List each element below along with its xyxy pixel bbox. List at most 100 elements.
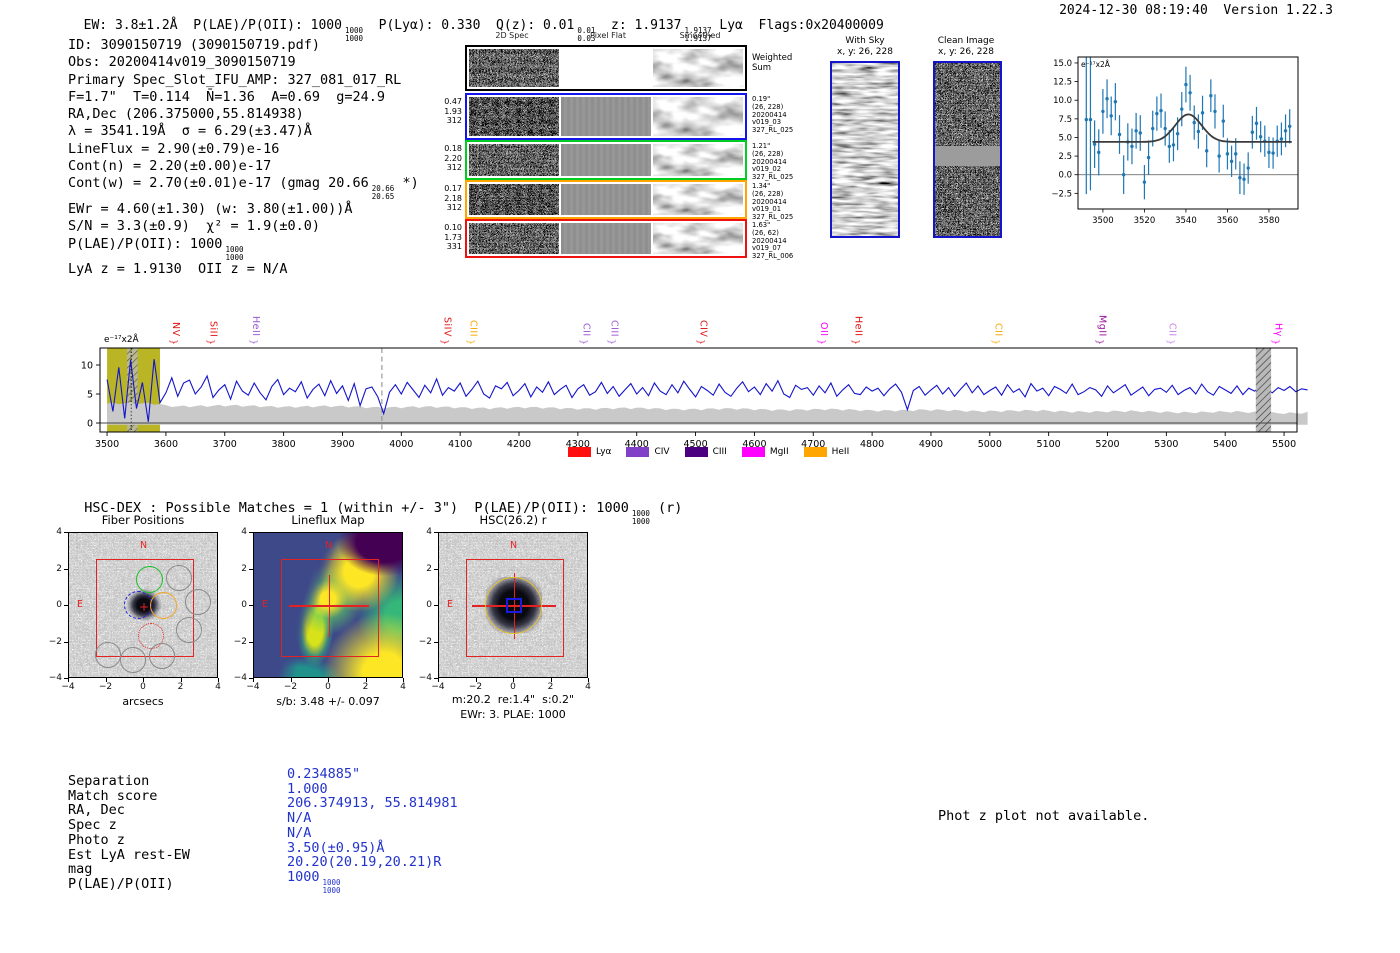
- panel-xtick: 2: [362, 682, 369, 692]
- panel-xtick: 4: [400, 682, 406, 692]
- lineflux-crosshair-h: [289, 605, 369, 607]
- spec2d-row: [465, 180, 747, 219]
- emission-label-civ: CIV{: [697, 319, 709, 345]
- panel-xtick: −2: [98, 682, 113, 692]
- stacked-fraction: 20.66 20.65: [371, 184, 395, 202]
- emission-label-cii: CII{: [992, 323, 1004, 345]
- spec2d-row: [465, 219, 747, 258]
- panel-ytick-mark: [434, 641, 438, 643]
- panel-ytick: 4: [241, 527, 247, 537]
- emission-label-heii: HeII{: [249, 316, 261, 345]
- panel-ytick-mark: [64, 568, 68, 570]
- with-sky-image: [830, 61, 900, 238]
- header-ew: EW: 3.8±1.2Å P(LAE)/P(OII): 1000: [83, 18, 342, 33]
- stacked-fraction: 1000 1000: [225, 244, 244, 262]
- fiber-positions-title: Fiber Positions: [101, 513, 185, 527]
- panel-xtick-mark: [218, 678, 219, 682]
- match-row-value: N/A: [287, 810, 312, 827]
- emission-label-ciii: CIII{: [467, 319, 479, 345]
- svg-text:5400: 5400: [1213, 439, 1237, 450]
- svg-text:4900: 4900: [919, 439, 943, 450]
- hsc-east-label: E: [447, 599, 454, 610]
- panel-ytick-mark: [249, 641, 253, 643]
- fiber-circle-orange: [150, 592, 177, 619]
- match-row-value: 0.234885": [287, 766, 361, 782]
- info-line: F=1.7" T=0.114 N̄=1.36 A=0.69 g=24.9: [68, 88, 385, 105]
- hsc-north-label: N: [510, 540, 518, 551]
- panel-xtick: −4: [246, 682, 260, 692]
- svg-text:4100: 4100: [448, 439, 472, 450]
- legend-item-civ: CIV: [626, 447, 670, 457]
- svg-text:7.5: 7.5: [1058, 115, 1072, 125]
- legend-item-heii: HeII: [803, 447, 849, 457]
- spectrum-legend: Lyα CIV CIII MgII HeII: [568, 447, 849, 457]
- panel-ytick: 4: [426, 527, 432, 537]
- svg-text:2.5: 2.5: [1058, 152, 1072, 162]
- spec2d-col-header: 2D Spec: [495, 31, 529, 40]
- svg-text:15.0: 15.0: [1053, 59, 1072, 69]
- legend-swatch: [568, 447, 591, 457]
- hsc-extent-box: [466, 559, 564, 657]
- info-line: LineFlux = 2.90(±0.79)e-16: [68, 140, 280, 157]
- hsc-xlabel2: EWr: 3. PLAE: 1000: [460, 708, 566, 721]
- fiber-circle-gray: [120, 647, 146, 673]
- svg-text:4000: 4000: [389, 439, 413, 450]
- with-sky-title: With Sky x, y: 26, 228: [837, 36, 893, 57]
- info-line: S/N = 3.3(±0.9) χ² = 1.9(±0.0): [68, 218, 320, 235]
- spec2d-row: [465, 45, 747, 91]
- match-row-label: Est LyA rest-EW: [68, 846, 190, 863]
- lineflux-map-plot: N E: [253, 532, 403, 678]
- emission-label-siii: SiII{: [206, 320, 219, 345]
- stacked-fraction: 1000 1000: [322, 877, 341, 895]
- match-row-value: 1.000: [287, 780, 328, 797]
- panel-xtick-mark: [253, 678, 254, 682]
- panel-ytick-mark: [434, 605, 438, 606]
- panel-ytick: 0: [426, 600, 432, 610]
- svg-text:3540: 3540: [1175, 216, 1197, 226]
- fiber-north-label: N: [140, 540, 148, 551]
- spec2d-row-annotation: 1.21" (26, 228) 20200414 v019_02 327_RL_025: [752, 142, 794, 182]
- info-line: Cont(n) = 2.20(±0.00)e-17: [68, 158, 272, 175]
- match-row-label: Spec z: [68, 817, 117, 834]
- svg-text:5300: 5300: [1154, 439, 1178, 450]
- match-row-value: N/A: [287, 824, 312, 841]
- panel-xtick: 4: [215, 682, 221, 692]
- emission-line-fit-chart: −2.5 0.0 2.5 5.0 7.5 10.0 12.5 15.0 3500 3520 3540…: [1051, 56, 1299, 226]
- fiber-east-label: E: [77, 599, 84, 610]
- panel-xtick: 0: [510, 682, 516, 692]
- spec2d-row-stats: 0.10 1.73 331: [444, 223, 462, 251]
- panel-ytick: 0: [56, 600, 62, 610]
- spec2d-row-stats: 0.18 2.20 312: [444, 144, 462, 172]
- header-flags: Lyα Flags:0x20400009: [711, 18, 884, 33]
- match-row-value: 206.374913, 55.814981: [287, 795, 458, 812]
- svg-text:e⁻¹⁷x2Å: e⁻¹⁷x2Å: [1081, 60, 1111, 69]
- emission-label-oii: OII{: [817, 322, 829, 345]
- legend-item-ciii: CIII: [684, 447, 727, 457]
- fiber-positions-plot: N E +: [68, 532, 218, 678]
- legend-item-lyα: Lyα: [568, 447, 611, 457]
- match-row-value: 3.50(±0.95)Å: [287, 839, 385, 856]
- panel-xtick: −4: [61, 682, 75, 692]
- emission-label-siiv: SiIV{: [441, 317, 453, 345]
- detection-info-block: ID: 3090150719 (3090150719.pdf) Obs: 2020…: [68, 37, 419, 279]
- panel-xtick: 0: [140, 682, 146, 692]
- legend-item-mgii: MgII: [741, 447, 789, 457]
- info-line: Cont(w) = 2.70(±0.01)e-17 (gmag 20.66 20.…: [68, 175, 419, 202]
- match-row-value: 20.20(20.19,20.21)R: [287, 854, 442, 871]
- match-row-label: Separation: [68, 773, 150, 789]
- panel-ytick: 0: [241, 600, 247, 610]
- legend-swatch: [684, 447, 708, 457]
- panel-ytick: 4: [56, 527, 62, 537]
- emission-label-cii: CII{: [1166, 323, 1178, 345]
- panel-xtick-mark: [588, 678, 589, 682]
- svg-text:3500: 3500: [95, 439, 119, 450]
- lineflux-east-label: E: [262, 599, 269, 610]
- hsc-xlabel: m:20.2 re:1.4" s:0.2": [451, 693, 575, 706]
- info-line: EWr = 4.60(±1.30) (w: 3.80(±1.00))Å: [68, 201, 353, 218]
- fiber-circle-gray: [166, 565, 192, 591]
- elixer-report: { "header": { "left": [ {"t":"EW: 3.8±1.…: [0, 0, 1400, 953]
- match-row-label: Photo z: [68, 831, 125, 848]
- match-row-label: RA, Dec: [68, 802, 125, 819]
- spec2d-row-stats: 0.47 1.93 312: [444, 97, 462, 125]
- panel-xtick-mark: [513, 678, 514, 682]
